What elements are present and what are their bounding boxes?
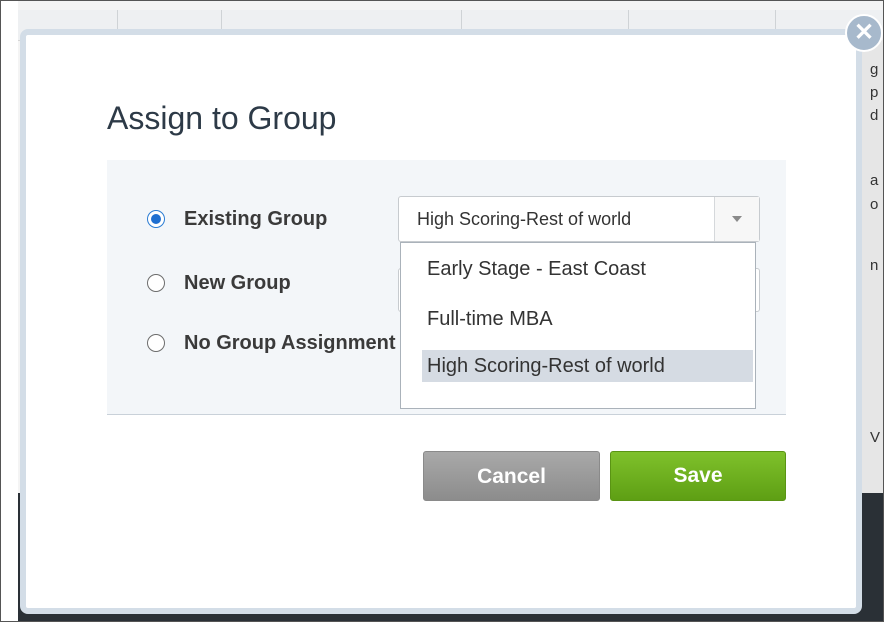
dropdown-option[interactable]: Early Stage - East Coast	[422, 253, 753, 285]
option-existing-group[interactable]: Existing Group	[147, 206, 327, 232]
new-group-radio[interactable]	[147, 274, 165, 292]
existing-group-select[interactable]: High Scoring-Rest of world	[398, 196, 760, 242]
dropdown-option[interactable]: Full-time MBA	[422, 303, 753, 335]
chevron-down-icon	[732, 216, 742, 222]
close-icon: ✕	[853, 19, 875, 46]
page-left-margin	[0, 0, 18, 622]
page: g p d a o n V ✕ Assign to Group Existing…	[0, 0, 884, 622]
background-text-fragment: n	[870, 257, 879, 274]
select-toggle[interactable]	[714, 197, 759, 241]
existing-group-select-value: High Scoring-Rest of world	[417, 209, 632, 229]
existing-group-radio[interactable]	[147, 210, 165, 228]
no-group-radio[interactable]	[147, 334, 165, 352]
close-button[interactable]: ✕	[845, 14, 883, 52]
background-text-fragment: V	[870, 429, 881, 446]
new-group-label: New Group	[184, 271, 291, 294]
background-text-fragment: o	[870, 196, 879, 213]
no-group-label: No Group Assignment	[184, 331, 396, 354]
option-new-group[interactable]: New Group	[147, 270, 291, 296]
cancel-button[interactable]: Cancel	[423, 451, 600, 501]
option-no-group[interactable]: No Group Assignment	[147, 330, 398, 356]
save-button[interactable]: Save	[610, 451, 786, 501]
background-text-fragment: d	[870, 107, 879, 124]
background-text-fragment: p	[870, 84, 879, 101]
dialog-title: Assign to Group	[107, 100, 337, 136]
dropdown-option-highlighted[interactable]: High Scoring-Rest of world	[422, 350, 753, 382]
background-text-fragment: g	[870, 61, 879, 78]
existing-group-label: Existing Group	[184, 207, 328, 230]
group-dropdown-list: Early Stage - East Coast Full-time MBA H…	[400, 242, 756, 409]
background-text-fragment: a	[870, 172, 879, 189]
